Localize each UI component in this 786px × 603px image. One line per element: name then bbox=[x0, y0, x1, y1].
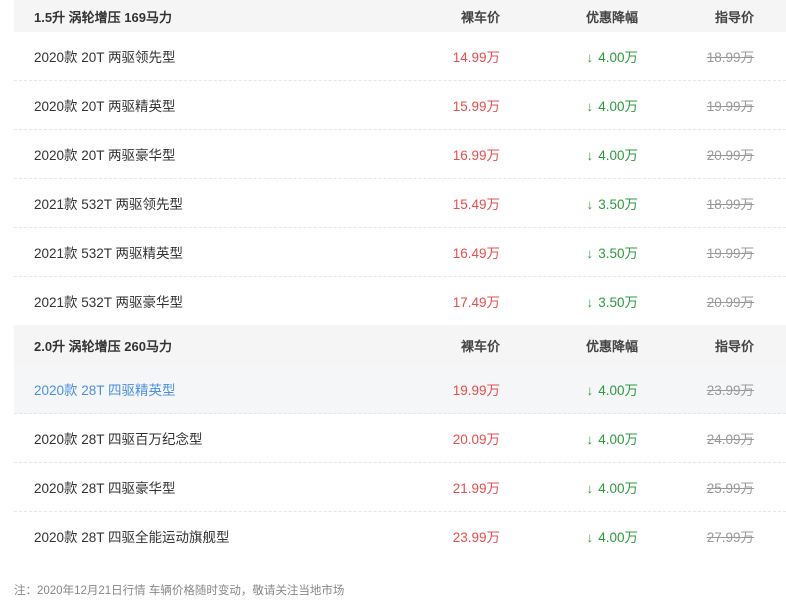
table-row[interactable]: 2020款 28T 四驱豪华型 21.99万 ↓ 4.00万 25.99万 bbox=[14, 463, 786, 512]
discount: ↓ 4.00万 bbox=[500, 46, 638, 66]
discount: ↓ 4.00万 bbox=[500, 526, 638, 546]
table-row[interactable]: 2021款 532T 两驱精英型 16.49万 ↓ 3.50万 19.99万 bbox=[14, 228, 786, 277]
model-name[interactable]: 2021款 532T 两驱领先型 bbox=[14, 193, 400, 213]
price: 15.49万 bbox=[452, 197, 500, 212]
discount-value: 3.50万 bbox=[598, 197, 638, 212]
guide-price: 27.99万 bbox=[706, 530, 754, 545]
table-row[interactable]: 2021款 532T 两驱豪华型 17.49万 ↓ 3.50万 20.99万 bbox=[14, 277, 786, 325]
col-header-guide: 指导价 bbox=[714, 338, 754, 354]
table-row[interactable]: 2020款 28T 四驱全能运动旗舰型 23.99万 ↓ 4.00万 27.99万 bbox=[14, 512, 786, 560]
footer-note: 注：2020年12月21日行情 车辆价格随时变动，敬请关注当地市场 bbox=[14, 585, 345, 597]
guide-price: 19.99万 bbox=[706, 99, 754, 114]
price: 17.49万 bbox=[452, 295, 500, 310]
col-header-price: 裸车价 bbox=[460, 9, 500, 25]
engine-spec: 2.0升 涡轮增压 260马力 bbox=[34, 338, 172, 354]
down-arrow-icon: ↓ bbox=[586, 246, 594, 261]
discount: ↓ 4.00万 bbox=[500, 95, 638, 115]
guide-price: 23.99万 bbox=[706, 383, 754, 398]
discount-value: 4.00万 bbox=[598, 99, 638, 114]
price: 21.99万 bbox=[452, 481, 500, 496]
model-name[interactable]: 2020款 20T 两驱精英型 bbox=[14, 95, 400, 115]
discount-value: 3.50万 bbox=[598, 246, 638, 261]
table-row[interactable]: 2020款 20T 两驱领先型 14.99万 ↓ 4.00万 18.99万 bbox=[14, 32, 786, 81]
price: 16.99万 bbox=[452, 148, 500, 163]
discount: ↓ 4.00万 bbox=[500, 144, 638, 164]
table-row[interactable]: 2020款 20T 两驱精英型 15.99万 ↓ 4.00万 19.99万 bbox=[14, 81, 786, 130]
guide-price: 18.99万 bbox=[706, 197, 754, 212]
down-arrow-icon: ↓ bbox=[586, 50, 594, 65]
guide-price: 19.99万 bbox=[706, 246, 754, 261]
model-name[interactable]: 2020款 28T 四驱百万纪念型 bbox=[14, 428, 400, 448]
down-arrow-icon: ↓ bbox=[586, 99, 594, 114]
guide-price: 24.09万 bbox=[706, 432, 754, 447]
table-row[interactable]: 2020款 20T 两驱豪华型 16.99万 ↓ 4.00万 20.99万 bbox=[14, 130, 786, 179]
price-table: 1.5升 涡轮增压 169马力 裸车价 优惠降幅 指导价 2020款 20T 两… bbox=[14, 0, 786, 560]
col-header-guide: 指导价 bbox=[714, 9, 754, 25]
discount-value: 4.00万 bbox=[598, 50, 638, 65]
price: 23.99万 bbox=[452, 530, 500, 545]
discount-value: 4.00万 bbox=[598, 383, 638, 398]
discount-value: 4.00万 bbox=[598, 530, 638, 545]
discount: ↓ 3.50万 bbox=[500, 242, 638, 262]
price: 15.99万 bbox=[452, 99, 500, 114]
down-arrow-icon: ↓ bbox=[586, 432, 594, 447]
discount-value: 3.50万 bbox=[598, 295, 638, 310]
price: 20.09万 bbox=[452, 432, 500, 447]
down-arrow-icon: ↓ bbox=[586, 148, 594, 163]
table-row[interactable]: 2020款 28T 四驱精英型 19.99万 ↓ 4.00万 23.99万 bbox=[14, 365, 786, 414]
discount-value: 4.00万 bbox=[598, 481, 638, 496]
table-row[interactable]: 2020款 28T 四驱百万纪念型 20.09万 ↓ 4.00万 24.09万 bbox=[14, 414, 786, 463]
guide-price: 25.99万 bbox=[706, 481, 754, 496]
discount: ↓ 4.00万 bbox=[500, 428, 638, 448]
down-arrow-icon: ↓ bbox=[586, 197, 594, 212]
col-header-discount: 优惠降幅 bbox=[585, 9, 638, 25]
discount: ↓ 3.50万 bbox=[500, 193, 638, 213]
discount: ↓ 4.00万 bbox=[500, 379, 638, 399]
price: 19.99万 bbox=[452, 383, 500, 398]
col-header-price: 裸车价 bbox=[460, 338, 500, 354]
group-header-2: 2.0升 涡轮增压 260马力 裸车价 优惠降幅 指导价 bbox=[14, 325, 786, 365]
price: 14.99万 bbox=[452, 50, 500, 65]
model-name[interactable]: 2021款 532T 两驱豪华型 bbox=[14, 291, 400, 311]
model-name[interactable]: 2021款 532T 两驱精英型 bbox=[14, 242, 400, 262]
discount: ↓ 3.50万 bbox=[500, 291, 638, 311]
down-arrow-icon: ↓ bbox=[586, 530, 594, 545]
down-arrow-icon: ↓ bbox=[586, 295, 594, 310]
price: 16.49万 bbox=[452, 246, 500, 261]
down-arrow-icon: ↓ bbox=[586, 481, 594, 496]
guide-price: 20.99万 bbox=[706, 295, 754, 310]
guide-price: 20.99万 bbox=[706, 148, 754, 163]
table-row[interactable]: 2021款 532T 两驱领先型 15.49万 ↓ 3.50万 18.99万 bbox=[14, 179, 786, 228]
model-name[interactable]: 2020款 20T 两驱豪华型 bbox=[14, 144, 400, 164]
discount-value: 4.00万 bbox=[598, 148, 638, 163]
model-name[interactable]: 2020款 28T 四驱豪华型 bbox=[14, 477, 400, 497]
col-header-discount: 优惠降幅 bbox=[585, 338, 638, 354]
engine-spec: 1.5升 涡轮增压 169马力 bbox=[34, 9, 172, 25]
discount-value: 4.00万 bbox=[598, 432, 638, 447]
group-header-1: 1.5升 涡轮增压 169马力 裸车价 优惠降幅 指导价 bbox=[14, 0, 786, 32]
model-name-link[interactable]: 2020款 28T 四驱精英型 bbox=[14, 379, 400, 399]
model-name[interactable]: 2020款 20T 两驱领先型 bbox=[14, 46, 400, 66]
guide-price: 18.99万 bbox=[706, 50, 754, 65]
down-arrow-icon: ↓ bbox=[586, 383, 594, 398]
model-name[interactable]: 2020款 28T 四驱全能运动旗舰型 bbox=[14, 526, 400, 546]
discount: ↓ 4.00万 bbox=[500, 477, 638, 497]
